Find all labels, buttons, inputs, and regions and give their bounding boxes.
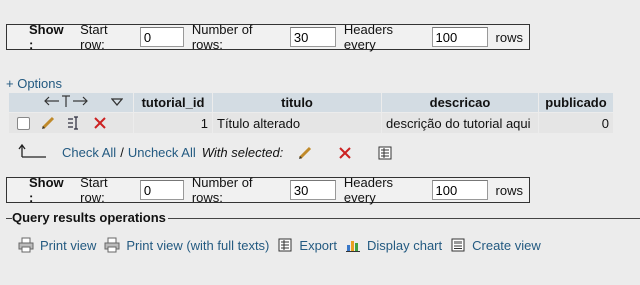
inline-edit-icon[interactable] [66,115,82,131]
view-icon [450,237,466,253]
bulk-actions: Check All / Uncheck All With selected: [18,143,393,162]
print-view-full-link[interactable]: Print view (with full texts) [104,237,269,253]
start-row-input[interactable] [139,180,184,200]
arrow-up-left-icon [18,143,48,162]
printer-icon [104,237,120,253]
chart-icon [345,237,361,253]
column-header-titulo[interactable]: titulo [213,93,381,112]
delete-icon[interactable] [92,115,108,131]
table-header-row: tutorial_id titulo descricao publicado [9,93,613,112]
num-rows-label: Number of rows: [191,175,253,205]
bulk-export-icon[interactable] [377,145,393,161]
cell-publicado: 0 [539,113,613,133]
num-rows-input[interactable] [289,180,336,200]
print-view-full-label: Print view (with full texts) [126,237,270,253]
bulk-edit-pencil-icon[interactable] [297,145,313,161]
num-rows-input[interactable] [289,27,336,47]
create-view-link[interactable]: Create view [450,237,541,253]
column-resize-icon[interactable] [43,94,89,111]
show-label: Show : [29,22,64,52]
query-ops-legend: Query results operations [12,210,168,225]
print-view-label: Print view [40,237,97,253]
cell-titulo: Título alterado [213,113,381,133]
headers-every-input[interactable] [431,180,488,200]
headers-every-input[interactable] [431,27,488,47]
print-view-link[interactable]: Print view [18,237,96,253]
display-chart-link[interactable]: Display chart [345,237,442,253]
edit-pencil-icon[interactable] [40,115,56,131]
nav-bottom: Show : Start row: Number of rows: Header… [6,175,530,205]
bulk-separator: / [120,145,124,160]
bulk-delete-icon[interactable] [337,145,353,161]
export-link[interactable]: Export [277,237,337,253]
nav-top: Show : Start row: Number of rows: Header… [6,22,530,52]
column-header-tutorial-id[interactable]: tutorial_id [134,93,212,112]
with-selected-label: With selected: [201,145,284,160]
rows-label: rows [495,182,523,198]
create-view-label: Create view [472,237,541,253]
check-all-link[interactable]: Check All [62,145,116,160]
table-row: 1 Título alterado descrição do tutorial … [9,113,613,133]
rows-label: rows [495,29,523,45]
query-ops-list: Print view Print view (with full texts) … [18,237,549,253]
control-header [9,93,133,112]
show-label: Show : [29,175,64,205]
export-label: Export [299,237,337,253]
row-checkbox[interactable] [17,116,30,130]
headers-every-label: Headers every [343,175,394,205]
sort-triangle-icon[interactable] [110,95,124,110]
column-header-publicado[interactable]: publicado [539,93,613,112]
num-rows-label: Number of rows: [191,22,253,52]
column-header-descricao[interactable]: descricao [382,93,538,112]
cell-descricao: descrição do tutorial aqui [382,113,538,133]
row-controls [9,113,133,133]
uncheck-all-link[interactable]: Uncheck All [128,145,196,160]
start-row-input[interactable] [139,27,184,47]
start-row-label: Start row: [80,22,108,52]
headers-every-label: Headers every [343,22,394,52]
export-icon [277,237,293,253]
cell-tutorial-id: 1 [134,113,212,133]
results-table: tutorial_id titulo descricao publicado 1… [8,92,614,134]
display-chart-label: Display chart [366,237,443,253]
start-row-label: Start row: [80,175,108,205]
options-link[interactable]: + Options [6,76,62,91]
printer-icon [18,237,34,253]
